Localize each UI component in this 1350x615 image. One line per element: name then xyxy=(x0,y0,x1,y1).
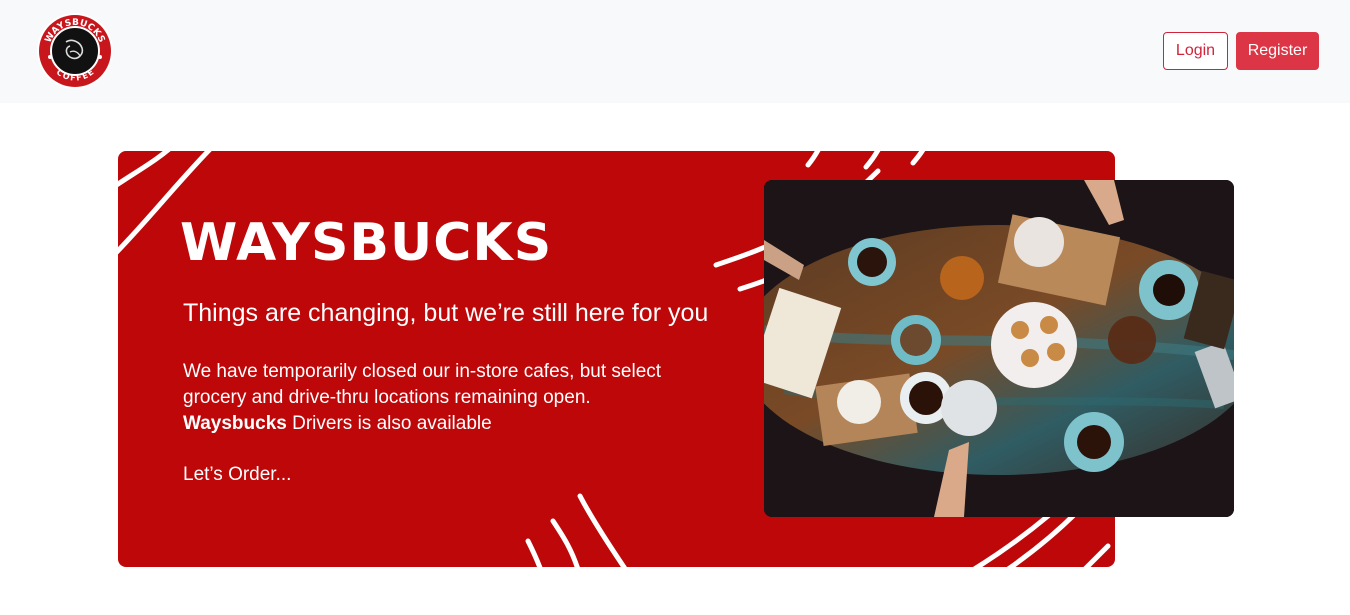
hero-cta-text: Let’s Order... xyxy=(183,464,292,485)
login-button[interactable]: Login xyxy=(1163,32,1228,70)
waysbucks-logo-icon[interactable]: WAYSBUCKS COFFEE xyxy=(36,12,114,90)
hero-tagline: Things are changing, but we’re still her… xyxy=(183,299,709,327)
hero-description-drivers: Drivers is also available xyxy=(286,413,492,434)
hero-description-brand: Waysbucks xyxy=(183,413,287,434)
navbar: WAYSBUCKS COFFEE Login Register xyxy=(0,0,1350,103)
register-button[interactable]: Register xyxy=(1236,32,1319,70)
hero-description-line-1: We have temporarily closed our in-store … xyxy=(183,361,662,382)
hero-brand-title: WAYSBUCKS xyxy=(180,213,553,273)
hero-description-line-3: Waysbucks Drivers is also available xyxy=(183,411,703,437)
hero-description-line-2: grocery and drive-thru locations remaini… xyxy=(183,387,591,408)
coffee-table-photo xyxy=(764,180,1234,517)
hero-description: We have temporarily closed our in-store … xyxy=(183,359,703,437)
